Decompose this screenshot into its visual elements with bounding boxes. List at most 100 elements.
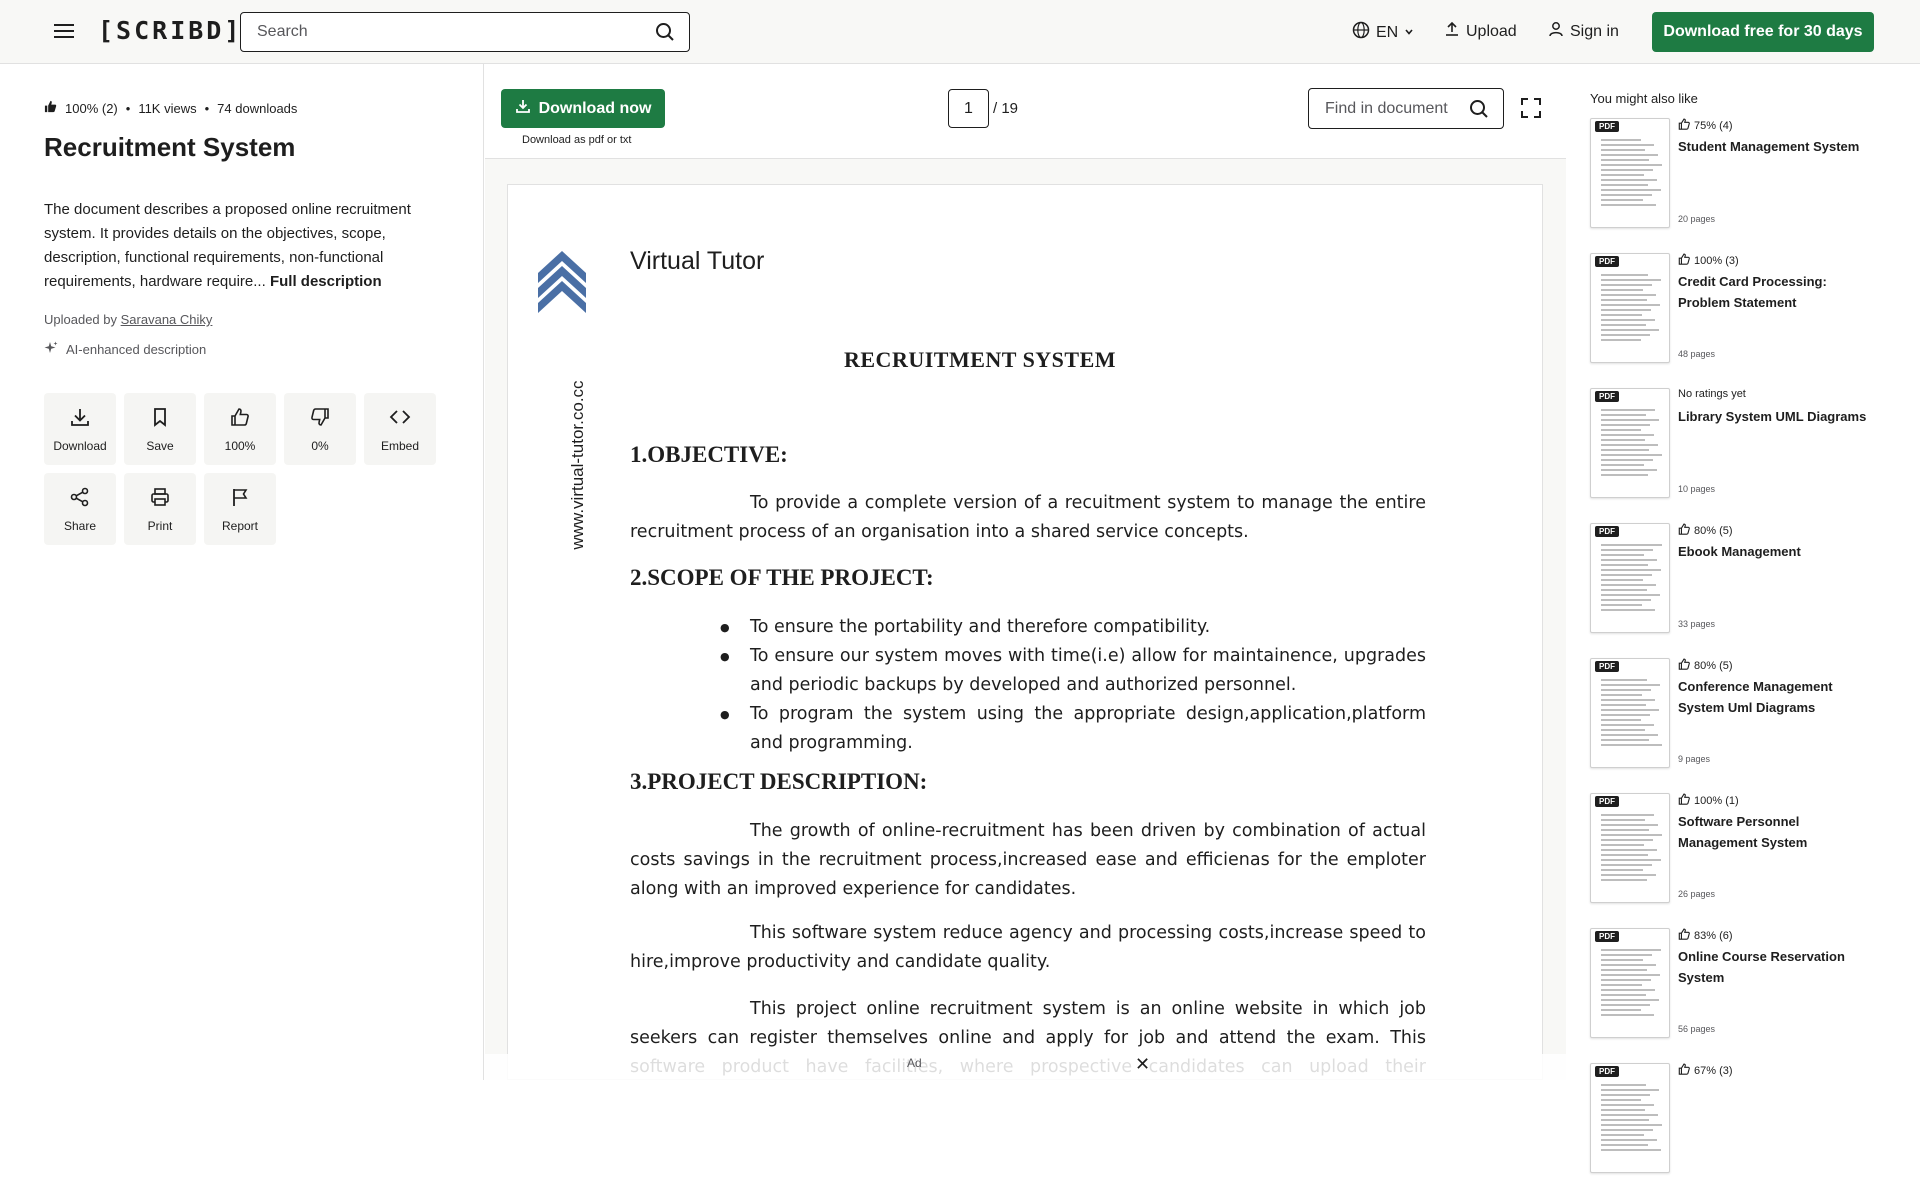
- pdf-badge: PDF: [1595, 931, 1619, 942]
- document-thumbnail[interactable]: PDF: [1590, 793, 1670, 903]
- related-document-card[interactable]: PDF No ratings yet Library System UML Diag…: [1590, 388, 1900, 508]
- thumbnail-text-line: [1601, 429, 1641, 431]
- download-free-trial-button[interactable]: Download free for 30 days: [1652, 12, 1874, 52]
- page-number-input[interactable]: 1: [948, 89, 989, 128]
- related-document-card[interactable]: PDF 75% (4) Student Management System 20 pa…: [1590, 118, 1900, 238]
- full-description-link[interactable]: Full description: [270, 273, 382, 290]
- fullscreen-icon[interactable]: [1520, 97, 1542, 124]
- thumbnail-text-line: [1601, 864, 1652, 866]
- related-title[interactable]: Credit Card Processing: Problem Statemen…: [1678, 271, 1878, 313]
- thumbnail-text-line: [1601, 1104, 1654, 1106]
- thumbnail-text-line: [1601, 469, 1657, 471]
- document-thumbnail[interactable]: PDF: [1590, 658, 1670, 768]
- related-title[interactable]: Software Personnel Management System: [1678, 811, 1878, 853]
- document-thumbnail[interactable]: PDF: [1590, 928, 1670, 1038]
- thumbnail-text-line: [1601, 154, 1658, 156]
- related-document-card[interactable]: PDF 80% (5) Ebook Management 33 pages: [1590, 523, 1900, 643]
- related-document-card[interactable]: PDF 67% (3): [1590, 1063, 1900, 1183]
- thumbnail-text-line: [1601, 299, 1647, 301]
- thumbnail-text-line: [1601, 604, 1642, 606]
- thumbnail-text-line: [1601, 459, 1653, 461]
- thumbnail-text-line: [1601, 199, 1643, 201]
- language-selector[interactable]: EN: [1352, 21, 1414, 44]
- thumbnail-text-line: [1601, 1119, 1649, 1121]
- thumbnail-text-line: [1601, 814, 1654, 816]
- related-title[interactable]: Conference Management System Uml Diagram…: [1678, 676, 1878, 718]
- share-icon: [69, 486, 91, 511]
- uploaded-by-label: Uploaded by: [44, 312, 117, 327]
- related-title[interactable]: Online Course Reservation System: [1678, 946, 1878, 988]
- scribd-logo[interactable]: [SCRIBD]: [98, 16, 242, 45]
- signin-link[interactable]: Sign in: [1548, 21, 1619, 42]
- thumbnail-text-line: [1601, 609, 1655, 611]
- rating-text: 100% (3): [1694, 254, 1739, 267]
- thumbnail-text-line: [1601, 164, 1662, 166]
- close-icon[interactable]: ✕: [1135, 1054, 1150, 1075]
- document-thumbnail[interactable]: PDF: [1590, 118, 1670, 228]
- related-title[interactable]: Library System UML Diagrams: [1678, 406, 1878, 427]
- thumbnail-text-line: [1601, 964, 1656, 966]
- find-in-document-input[interactable]: Find in document: [1308, 88, 1504, 129]
- pdf-badge: PDF: [1595, 256, 1619, 267]
- thumbs-up-icon: [1678, 793, 1690, 808]
- related-document-card[interactable]: PDF 100% (1) Software Personnel Management…: [1590, 793, 1900, 913]
- thumbnail-text-line: [1601, 739, 1649, 741]
- related-rating: 75% (4): [1678, 118, 1733, 133]
- downvote-label: 0%: [311, 438, 329, 453]
- document-thumbnail[interactable]: PDF: [1590, 388, 1670, 498]
- document-thumbnail[interactable]: PDF: [1590, 523, 1670, 633]
- page-total: / 19: [993, 100, 1019, 117]
- uploader-link[interactable]: Saravana Chiky: [121, 312, 213, 327]
- thumbnail-text-line: [1601, 719, 1641, 721]
- download-now-button[interactable]: Download now: [501, 89, 665, 128]
- document-stats: 100% (2) • 11K views • 74 downloads: [44, 100, 297, 116]
- thumbnail-text-line: [1601, 959, 1643, 961]
- share-button[interactable]: Share: [44, 473, 116, 545]
- thumbnail-text-line: [1601, 554, 1644, 556]
- related-document-card[interactable]: PDF 83% (6) Online Course Reservation Syst…: [1590, 928, 1900, 1048]
- thumbnail-text-line: [1601, 844, 1644, 846]
- rating-text: 100% (1): [1694, 794, 1739, 807]
- downvote-button[interactable]: 0%: [284, 393, 356, 465]
- print-button[interactable]: Print: [124, 473, 196, 545]
- save-button[interactable]: Save: [124, 393, 196, 465]
- page-count: 56 pages: [1678, 1024, 1716, 1034]
- thumbnail-text-line: [1601, 1109, 1645, 1111]
- section-heading-scope: 2.SCOPE OF THE PROJECT:: [630, 565, 934, 590]
- thumbnail-text-line: [1601, 1124, 1662, 1126]
- upvote-button[interactable]: 100%: [204, 393, 276, 465]
- pdf-badge: PDF: [1595, 1066, 1619, 1077]
- download-icon: [515, 98, 531, 119]
- search-box[interactable]: [240, 12, 690, 52]
- thumbnail-text-line: [1601, 969, 1647, 971]
- thumbnail-text-line: [1601, 589, 1647, 591]
- thumbnail-text-line: [1601, 1129, 1653, 1131]
- thumbnail-text-line: [1601, 184, 1648, 186]
- search-icon[interactable]: [655, 22, 675, 47]
- report-button[interactable]: Report: [204, 473, 276, 545]
- document-thumbnail[interactable]: PDF: [1590, 253, 1670, 363]
- download-button[interactable]: Download: [44, 393, 116, 465]
- thumbnail-text-line: [1601, 159, 1649, 161]
- embed-button[interactable]: Embed: [364, 393, 436, 465]
- related-title[interactable]: Ebook Management: [1678, 541, 1878, 562]
- related-title[interactable]: Student Management System: [1678, 136, 1878, 157]
- related-document-card[interactable]: PDF 80% (5) Conference Management System U…: [1590, 658, 1900, 778]
- scope-list: To ensure the portability and therefore …: [720, 613, 1426, 758]
- document-info-panel: 100% (2) • 11K views • 74 downloads Recr…: [0, 64, 484, 1080]
- rating-text: 80% (5): [1694, 524, 1733, 537]
- upload-link[interactable]: Upload: [1444, 21, 1517, 42]
- thumbnail-text-line: [1601, 564, 1648, 566]
- thumbnail-text-line: [1601, 194, 1652, 196]
- thumbnail-text-line: [1601, 684, 1660, 686]
- hamburger-menu-icon[interactable]: [52, 20, 76, 44]
- viewer-toolbar: Download now Download as pdf or txt 1 / …: [485, 64, 1566, 159]
- search-icon[interactable]: [1469, 99, 1489, 124]
- thumbnail-text-line: [1601, 1014, 1654, 1016]
- thumbnail-text-line: [1601, 439, 1645, 441]
- thumbnail-text-line: [1601, 839, 1653, 841]
- related-heading: You might also like: [1590, 91, 1698, 106]
- thumbnail-text-line: [1601, 579, 1643, 581]
- search-input[interactable]: [241, 13, 621, 51]
- related-document-card[interactable]: PDF 100% (3) Credit Card Processing: Probl…: [1590, 253, 1900, 373]
